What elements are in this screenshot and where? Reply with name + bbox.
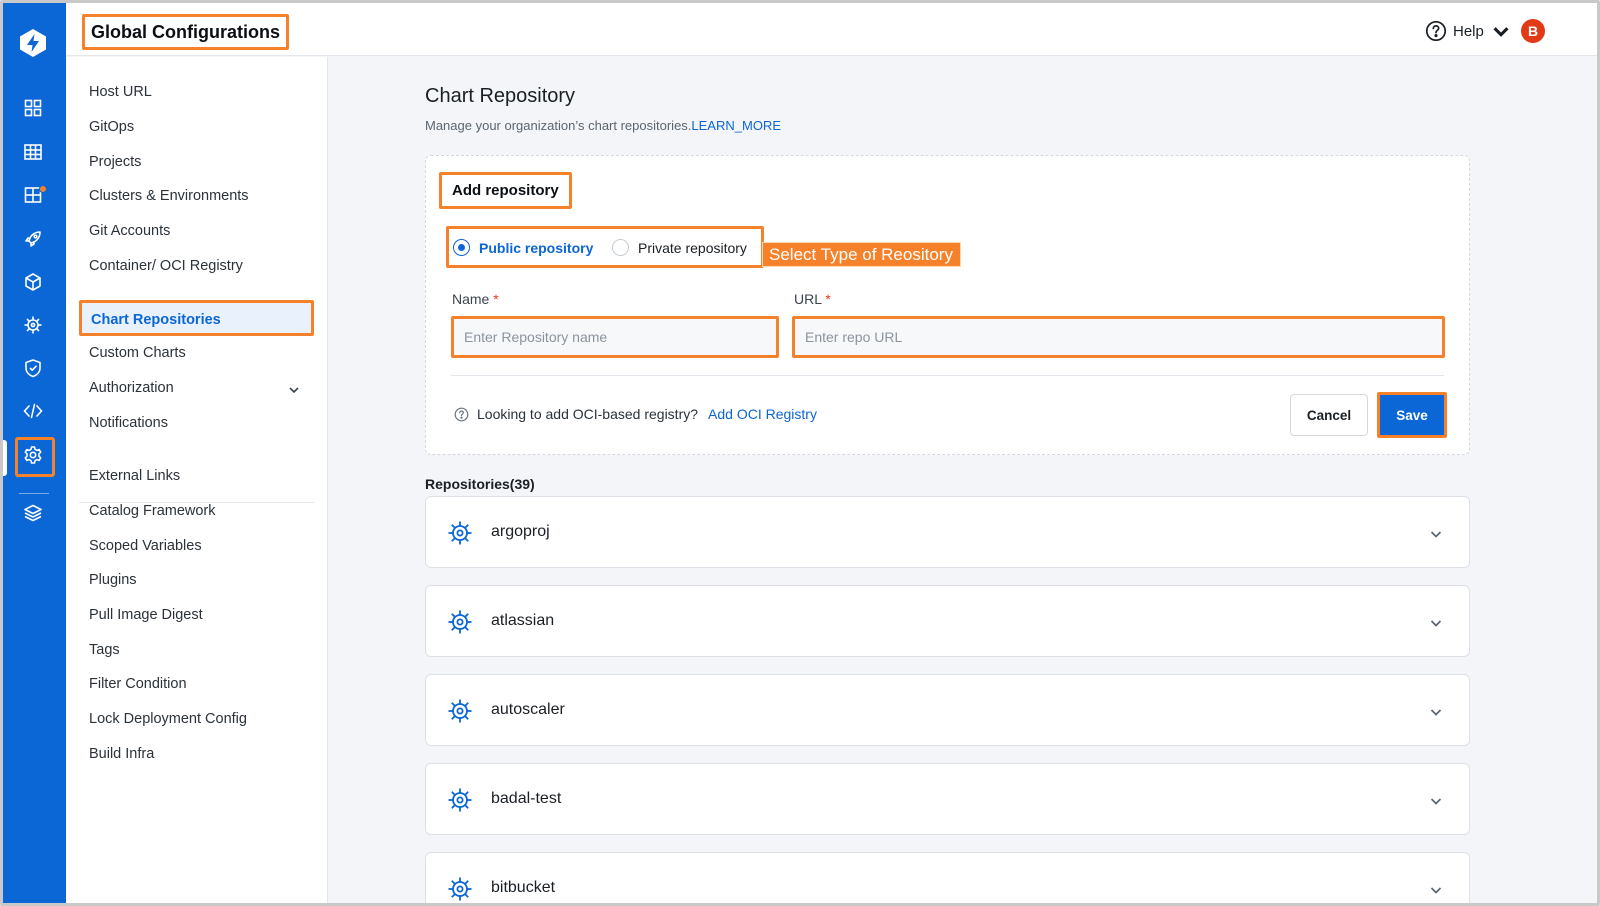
helm-wheel-icon: [448, 699, 472, 723]
radio-unselected-icon: [612, 239, 629, 256]
top-header: Global Configurations Help B: [66, 3, 1597, 56]
repository-url-input[interactable]: Enter repo URL: [792, 316, 1445, 358]
sidebar-item-pull-image-digest[interactable]: Pull Image Digest: [89, 607, 203, 623]
sidebar-item-clusters-environments[interactable]: Clusters & Environments: [89, 188, 249, 204]
repository-name: badal-test: [491, 790, 562, 807]
icon-rail: [3, 3, 66, 903]
help-menu[interactable]: Help: [1425, 20, 1512, 42]
oci-hint-text: Looking to add OCI-based registry?: [477, 406, 699, 422]
repository-row[interactable]: bitbucket: [425, 852, 1470, 903]
subtitle-text: Manage your organization’s chart reposit…: [425, 118, 692, 133]
helm-wheel-icon: [448, 610, 472, 634]
radio-public-repository[interactable]: Public repository: [453, 239, 593, 256]
help-label: Help: [1453, 22, 1484, 40]
section-title: Chart Repository: [425, 85, 576, 107]
active-indicator: [3, 440, 7, 476]
resource-cube-icon[interactable]: [21, 270, 45, 294]
radio-private-label: Private repository: [638, 239, 747, 256]
sidebar-item-scoped-variables[interactable]: Scoped Variables: [89, 538, 202, 554]
settings-sidebar: Host URL GitOps Projects Clusters & Envi…: [66, 57, 328, 903]
chevron-down-icon[interactable]: [1429, 794, 1443, 808]
sidebar-item-container-oci-registry[interactable]: Container/ OCI Registry: [89, 258, 243, 274]
stack-layers-icon[interactable]: [21, 501, 45, 525]
sidebar-item-catalog-framework[interactable]: Catalog Framework: [89, 503, 216, 519]
name-label-text: Name: [452, 291, 490, 307]
overview-grid-icon[interactable]: [21, 96, 45, 120]
app-window: Global Configurations Help B Host URL Gi…: [0, 0, 1600, 906]
sidebar-item-notifications[interactable]: Notifications: [89, 415, 168, 431]
repositories-heading: Repositories(39): [425, 476, 535, 492]
notification-dot: [39, 185, 47, 193]
code-icon[interactable]: [21, 399, 45, 423]
learn-more-link[interactable]: LEARN_MORE: [691, 118, 781, 133]
add-oci-registry-link[interactable]: Add OCI Registry: [708, 406, 817, 422]
sidebar-item-git-accounts[interactable]: Git Accounts: [89, 223, 170, 239]
repository-name: atlassian: [491, 612, 555, 629]
repository-name-input[interactable]: Enter Repository name: [451, 316, 779, 358]
url-placeholder: Enter repo URL: [805, 329, 903, 345]
sidebar-item-custom-charts[interactable]: Custom Charts: [89, 345, 186, 361]
sidebar-item-host-url[interactable]: Host URL: [89, 84, 152, 100]
chevron-down-icon[interactable]: [1429, 705, 1443, 719]
repository-type-radio-group: Public repository Private repository: [446, 226, 764, 268]
radio-selected-icon: [453, 239, 470, 256]
page-title: Global Configurations: [82, 14, 289, 50]
chevron-down-icon[interactable]: [1429, 527, 1443, 541]
help-circle-icon: [1425, 20, 1447, 42]
repository-row[interactable]: badal-test: [425, 763, 1470, 835]
helm-wheel-icon[interactable]: [21, 313, 45, 337]
oci-registry-hint: Looking to add OCI-based registry? Add O…: [454, 406, 817, 422]
required-marker: *: [825, 291, 831, 307]
app-logo-icon[interactable]: [17, 27, 49, 59]
helm-wheel-icon: [448, 788, 472, 812]
chevron-down-icon[interactable]: [288, 384, 300, 396]
form-divider: [451, 375, 1444, 376]
sidebar-item-tags[interactable]: Tags: [89, 642, 120, 658]
repository-name: argoproj: [491, 523, 550, 540]
sidebar-item-chart-repositories[interactable]: Chart Repositories: [79, 300, 314, 336]
sidebar-item-gitops[interactable]: GitOps: [89, 119, 134, 135]
sidebar-item-projects[interactable]: Projects: [89, 154, 141, 170]
helm-wheel-icon: [448, 877, 472, 901]
sidebar-item-authorization[interactable]: Authorization: [89, 380, 174, 396]
main-content: Chart Repository Manage your organizatio…: [328, 57, 1597, 903]
url-label-text: URL: [794, 291, 822, 307]
radio-public-label: Public repository: [479, 239, 594, 256]
rail-divider: [19, 493, 49, 494]
helm-wheel-icon: [448, 521, 472, 545]
repository-row[interactable]: autoscaler: [425, 674, 1470, 746]
url-field-label: URL *: [794, 291, 831, 307]
settings-gear-icon[interactable]: [21, 443, 45, 467]
chevron-down-icon[interactable]: [1429, 883, 1443, 897]
user-avatar[interactable]: B: [1521, 19, 1545, 43]
save-button[interactable]: Save: [1377, 392, 1447, 438]
repository-row[interactable]: argoproj: [425, 496, 1470, 568]
cancel-button[interactable]: Cancel: [1290, 394, 1368, 436]
repositories-list: argoproj atlassian autoscaler badal-test: [425, 496, 1470, 903]
sidebar-item-build-infra[interactable]: Build Infra: [89, 746, 154, 762]
help-circle-icon: [454, 407, 469, 421]
sidebar-item-external-links[interactable]: External Links: [89, 468, 180, 484]
radio-private-repository[interactable]: Private repository: [612, 239, 747, 256]
repository-name: autoscaler: [491, 701, 565, 718]
applications-table-icon[interactable]: [21, 140, 45, 164]
deploy-rocket-icon[interactable]: [21, 227, 45, 251]
security-shield-icon[interactable]: [21, 356, 45, 380]
section-subtitle: Manage your organization’s chart reposit…: [425, 118, 781, 133]
add-repository-card: Add repository Public repository Private…: [425, 155, 1470, 455]
repository-row[interactable]: atlassian: [425, 585, 1470, 657]
sidebar-item-filter-condition[interactable]: Filter Condition: [89, 676, 187, 692]
required-marker: *: [493, 291, 499, 307]
name-field-label: Name *: [452, 291, 499, 307]
sidebar-item-lock-deployment-config[interactable]: Lock Deployment Config: [89, 711, 247, 727]
add-repository-title: Add repository: [439, 172, 572, 209]
annotation-callout: Select Type of Reository: [762, 242, 961, 267]
chevron-down-icon: [1493, 27, 1509, 37]
name-placeholder: Enter Repository name: [464, 329, 608, 345]
repository-name: bitbucket: [491, 879, 556, 896]
chevron-down-icon[interactable]: [1429, 616, 1443, 630]
sidebar-item-plugins[interactable]: Plugins: [89, 572, 137, 588]
